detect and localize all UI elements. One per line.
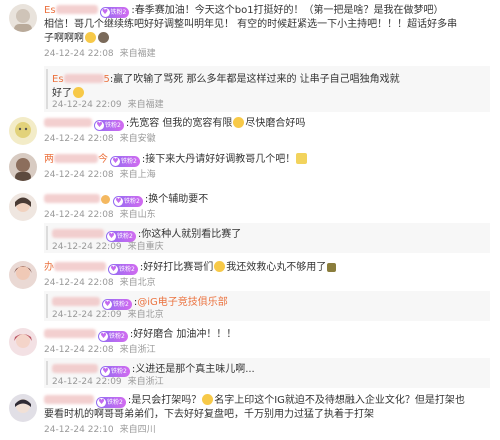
reply-box: ♥ 铁粉2:义进还是那个真主味儿啊... 24-12-24 22:09 来自浙江 <box>44 358 490 388</box>
username[interactable] <box>44 329 96 340</box>
fan-badge[interactable]: ♥ 铁粉2 <box>99 7 130 18</box>
timestamp: 24-12-24 22:08 <box>44 345 114 355</box>
fan-badge-heart-icon: ♥ <box>100 8 110 17</box>
timestamp: 24-12-24 22:09 <box>52 242 122 252</box>
location: 来自北京 <box>119 278 156 288</box>
fan-badge[interactable]: ♥ 铁粉2 <box>113 196 143 207</box>
username[interactable]: 办 <box>44 262 106 273</box>
comment-meta: 24-12-24 22:08 来自福建 <box>44 47 490 61</box>
fan-badge[interactable]: ♥ 铁粉2 <box>110 156 140 167</box>
location: 来自福建 <box>127 100 164 110</box>
comment-text: :接下来大丹请好好调教哥几个吧！ <box>141 154 296 165</box>
timestamp: 24-12-24 22:08 <box>44 170 114 180</box>
username[interactable]: Es <box>44 5 98 16</box>
comment-text: :春季赛加油！今天这个bo1打挺好的！（第一把是啥？是我在做梦吧） <box>131 5 444 16</box>
blurred-username <box>55 5 98 14</box>
location: 来自福建 <box>119 49 156 59</box>
emoji-icon <box>327 263 337 272</box>
comment-meta: 24-12-24 22:08 来自安徽 <box>44 132 490 146</box>
avatar[interactable] <box>9 394 37 422</box>
comment-text: :先宽容 但我的宽容有限 <box>125 118 233 129</box>
location: 来自重庆 <box>127 242 164 252</box>
avatar[interactable] <box>9 328 37 356</box>
fan-badge-heart-icon: ♥ <box>111 157 120 166</box>
timestamp: 24-12-24 22:08 <box>44 210 114 220</box>
comment-text: :好好打比赛哥们 <box>139 262 214 273</box>
avatar[interactable] <box>9 4 37 32</box>
reply-box: ♥ 铁粉2:你这种人就别看比赛了 24-12-24 22:09 来自重庆 <box>44 223 490 253</box>
username[interactable] <box>44 118 92 129</box>
username[interactable]: 两今 <box>44 154 108 165</box>
fan-badge-heart-icon: ♥ <box>109 265 118 274</box>
location: 来自上海 <box>119 170 156 180</box>
emoji-icon <box>101 195 110 204</box>
comment-meta: 24-12-24 22:08 来自上海 <box>44 168 490 182</box>
emoji-icon <box>214 261 226 272</box>
timestamp: 24-12-24 22:08 <box>44 49 114 59</box>
fan-badge-heart-icon: ♥ <box>114 197 123 206</box>
comment-text: :好好磨合 加油冲！！！ <box>129 329 237 340</box>
fan-badge[interactable]: ♥ 铁粉2 <box>94 120 124 131</box>
comment-text-line3: 子啊啊啊 <box>44 33 84 44</box>
fan-badge[interactable]: ♥ 铁粉2 <box>96 397 126 408</box>
timestamp: 24-12-24 22:09 <box>52 100 122 110</box>
timestamp: 24-12-24 22:08 <box>44 278 114 288</box>
comment-text: :是只会打架吗？ <box>127 395 202 406</box>
emoji-icon <box>233 117 245 128</box>
username[interactable] <box>44 395 94 406</box>
location: 来自四川 <box>119 425 156 435</box>
location: 来自安徽 <box>119 134 156 144</box>
fan-badge-heart-icon: ♥ <box>99 332 108 341</box>
comment-text-line2: 相信！哥几个继续练吧好好调整叫明年见！ 有空的时候赶紧选一下小主持吧！！！超话好… <box>44 19 458 30</box>
emoji-icon <box>296 153 308 164</box>
avatar[interactable] <box>9 193 37 221</box>
fan-badge-heart-icon: ♥ <box>97 398 106 407</box>
location: 来自浙江 <box>119 345 156 355</box>
timestamp: 24-12-24 22:10 <box>44 425 114 435</box>
avatar[interactable] <box>9 261 37 289</box>
timestamp: 24-12-24 22:09 <box>52 310 122 320</box>
comment-meta: 24-12-24 22:10 来自四川 <box>44 423 490 437</box>
reply-box: Es 5:赢了吹输了骂死 那么多年都是这样过来的 让串子自己唱独角戏就 好了 24… <box>44 66 490 112</box>
comment-text-line2: 要看时机的啊哥哥弟弟们，下去好好复盘吧，千万别用力过猛了执着于打架 <box>44 409 374 420</box>
reply-box: ♥ 铁粉2:@iG电子竞技俱乐部 24-12-24 22:09 来自北京 <box>44 291 490 321</box>
avatar[interactable] <box>9 117 37 145</box>
emoji-icon <box>85 32 96 43</box>
comment-feed: Es ♥ 铁粉2:春季赛加油！今天这个bo1打挺好的！（第一把是啥？是我在做梦吧） … <box>0 0 500 440</box>
comment-meta: 24-12-24 22:08 来自浙江 <box>44 343 490 357</box>
username[interactable] <box>44 194 100 205</box>
emoji-icon <box>98 32 109 43</box>
location: 来自北京 <box>127 310 164 320</box>
location: 来自山东 <box>119 210 156 220</box>
emoji-icon <box>202 394 214 405</box>
fan-badge[interactable]: ♥ 铁粉2 <box>98 331 128 342</box>
comment-meta: 24-12-24 22:08 来自北京 <box>44 276 490 290</box>
timestamp: 24-12-24 22:08 <box>44 134 114 144</box>
comment-text: :换个辅助要不 <box>144 194 209 205</box>
avatar[interactable] <box>9 153 37 181</box>
fan-badge-heart-icon: ♥ <box>95 121 104 130</box>
timestamp: 24-12-24 22:09 <box>52 377 122 387</box>
comment-meta: 24-12-24 22:08 来自山东 <box>44 208 490 222</box>
fan-badge[interactable]: ♥ 铁粉2 <box>108 264 138 275</box>
location: 来自浙江 <box>127 377 164 387</box>
